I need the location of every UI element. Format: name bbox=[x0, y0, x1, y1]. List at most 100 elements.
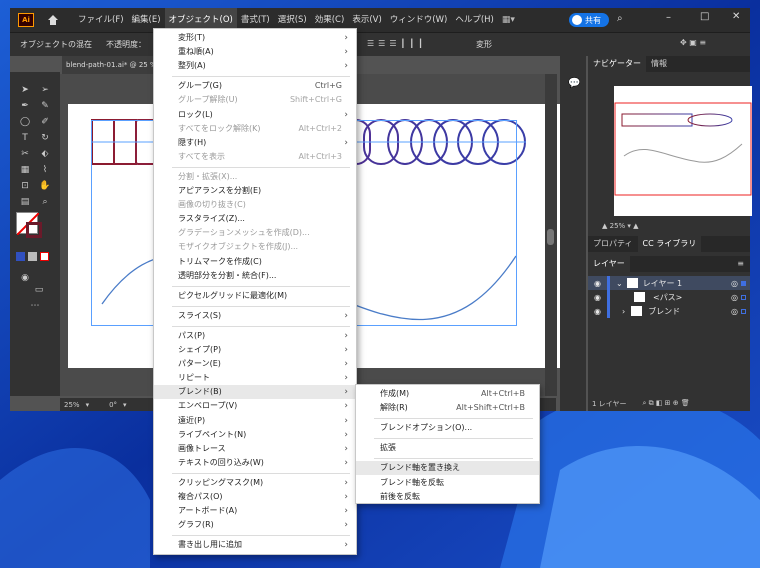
color-mode-icons[interactable] bbox=[16, 252, 52, 262]
menu-window[interactable]: ウィンドウ(W) bbox=[386, 8, 452, 32]
menu-item[interactable]: リピート › bbox=[154, 371, 356, 385]
panel-menu-icon[interactable]: ≡ bbox=[737, 259, 744, 268]
visibility-eye-icon[interactable]: ◉ bbox=[594, 279, 601, 288]
target-icon[interactable]: ◎ bbox=[731, 279, 738, 288]
menu-item[interactable]: ブレンド(B) › bbox=[154, 385, 356, 400]
menu-item[interactable]: トリムマークを作成(C) bbox=[154, 255, 356, 269]
menu-item[interactable]: 透明部分を分割・統合(F)... bbox=[154, 269, 356, 283]
menu-item[interactable]: アートボード(A) › bbox=[154, 504, 356, 518]
menu-item[interactable]: パターン(E) › bbox=[154, 357, 356, 371]
layer-action-icons[interactable]: ⌕ ⧉ ◧ ⊞ ⊕ 🗑 bbox=[642, 399, 689, 411]
menu-item[interactable]: テキストの回り込み(W) › bbox=[154, 456, 356, 470]
menu-item[interactable]: 隠す(H) › bbox=[154, 136, 356, 150]
menu-item[interactable]: 書き出し用に追加 › bbox=[154, 538, 356, 552]
visibility-eye-icon[interactable]: ◉ bbox=[594, 293, 601, 302]
vertical-scrollbar[interactable] bbox=[545, 74, 557, 396]
menu-item[interactable]: グラフ(R) › bbox=[154, 518, 356, 532]
zoom-level[interactable]: 25% bbox=[64, 401, 80, 409]
menu-help[interactable]: ヘルプ(H) bbox=[451, 8, 498, 32]
menu-item[interactable]: 解除(R) Alt+Shift+Ctrl+B bbox=[356, 401, 539, 415]
chevron-right-icon: › bbox=[344, 345, 348, 355]
pen-tool-icon[interactable]: ✒ bbox=[18, 100, 32, 112]
layer-row-1[interactable]: ◉ ⌄ レイヤー 1 ◎ bbox=[588, 276, 750, 290]
document-tab[interactable]: blend-path-01.ai* @ 25 % ( bbox=[62, 56, 156, 74]
navigator-zoom-value[interactable]: 25% bbox=[610, 222, 626, 230]
gradient-tool-icon[interactable]: ▦ bbox=[18, 164, 32, 176]
path-layer-name[interactable]: <パス> bbox=[653, 292, 682, 303]
menu-item[interactable]: グループ(G) Ctrl+G bbox=[154, 79, 356, 93]
artboard-tool-icon[interactable]: ⊡ bbox=[18, 180, 32, 192]
menu-file[interactable]: ファイル(F) bbox=[74, 8, 128, 32]
right-panels: ナビゲーター 情報 ▲ 25% ▾ ▲ プロパティ CC ライブラリ レイヤー … bbox=[588, 56, 752, 411]
menu-item[interactable]: ラスタライズ(Z)... bbox=[154, 212, 356, 226]
menu-item[interactable]: ブレンドオプション(O)... bbox=[356, 421, 539, 435]
menu-item[interactable]: スライス(S) › bbox=[154, 309, 356, 323]
menu-item[interactable]: 変形(T) › bbox=[154, 31, 356, 45]
home-icon[interactable] bbox=[46, 13, 60, 27]
chevron-down-icon[interactable]: ▾ bbox=[123, 401, 127, 409]
comments-icon[interactable]: 💬 bbox=[568, 78, 580, 89]
screen-mode-icon[interactable]: ▭ bbox=[32, 284, 46, 296]
minimize-button[interactable]: – bbox=[666, 12, 671, 23]
hand-tool-icon[interactable]: ✋ bbox=[38, 180, 52, 192]
draw-mode-icon[interactable]: ◉ bbox=[18, 272, 32, 284]
stroke-swatch[interactable] bbox=[26, 222, 42, 238]
menu-item[interactable]: 重ね順(A) › bbox=[154, 45, 356, 59]
share-button[interactable]: 共有 bbox=[569, 13, 609, 27]
ellipse-tool-icon[interactable]: ◯ bbox=[18, 116, 32, 128]
menu-item[interactable]: 複合パス(O) › bbox=[154, 490, 356, 504]
workspace-switcher-icon[interactable]: ▦▾ bbox=[502, 15, 515, 25]
align-icons[interactable]: ☰☰☰┃┃┃ bbox=[367, 39, 427, 48]
menu-item[interactable]: ピクセルグリッドに最適化(M) bbox=[154, 289, 356, 303]
chevron-down-icon[interactable]: ⌄ bbox=[616, 279, 623, 288]
layer-name[interactable]: レイヤー 1 bbox=[643, 278, 682, 289]
graph-tool-icon[interactable]: ▤ bbox=[18, 196, 32, 208]
layer-row-blend[interactable]: ◉ › ブレンド ◎ bbox=[588, 304, 750, 318]
curvature-tool-icon[interactable]: ✎ bbox=[38, 100, 52, 112]
target-icon[interactable]: ◎ bbox=[731, 293, 738, 302]
arrange-icon[interactable]: ✥ ▣ ≡ bbox=[680, 38, 706, 47]
type-tool-icon[interactable]: T bbox=[18, 132, 32, 144]
menu-item[interactable]: エンベロープ(V) › bbox=[154, 399, 356, 413]
menu-item[interactable]: 遠近(P) › bbox=[154, 414, 356, 428]
target-icon[interactable]: ◎ bbox=[731, 307, 738, 316]
menu-item[interactable]: ライブペイント(N) › bbox=[154, 428, 356, 442]
direct-selection-tool-icon[interactable]: ➢ bbox=[38, 84, 52, 96]
rotate-tool-icon[interactable]: ↻ bbox=[38, 132, 52, 144]
layer-row-path[interactable]: ◉ <パス> ◎ bbox=[588, 290, 750, 304]
menu-item[interactable]: 前後を反転 bbox=[356, 490, 539, 504]
selection-tool-icon[interactable]: ➤ bbox=[18, 84, 32, 96]
blend-layer-name[interactable]: ブレンド bbox=[648, 306, 680, 317]
chevron-right-icon[interactable]: › bbox=[622, 307, 625, 316]
menu-item[interactable]: 整列(A) › bbox=[154, 59, 356, 73]
maximize-button[interactable]: □ bbox=[700, 11, 709, 22]
rotation-angle[interactable]: 0° bbox=[109, 401, 117, 409]
eyedropper-tool-icon[interactable]: ⌇ bbox=[38, 164, 52, 176]
zoom-tool-icon[interactable]: ⌕ bbox=[38, 196, 52, 208]
menu-item[interactable]: 作成(M) Alt+Ctrl+B bbox=[356, 387, 539, 401]
shape-builder-tool-icon[interactable]: ⬖ bbox=[38, 148, 52, 160]
tab-layers[interactable]: レイヤー bbox=[588, 256, 630, 272]
visibility-eye-icon[interactable]: ◉ bbox=[594, 307, 601, 316]
tab-info[interactable]: 情報 bbox=[646, 56, 672, 72]
menu-item[interactable]: 拡張 bbox=[356, 441, 539, 455]
close-button[interactable]: ✕ bbox=[732, 11, 740, 22]
tab-properties[interactable]: プロパティ bbox=[588, 236, 638, 252]
menu-item[interactable]: クリッピングマスク(M) › bbox=[154, 476, 356, 490]
menu-item[interactable]: ブレンド軸を反転 bbox=[356, 476, 539, 490]
menu-item[interactable]: パス(P) › bbox=[154, 329, 356, 343]
brush-tool-icon[interactable]: ✐ bbox=[38, 116, 52, 128]
scissors-tool-icon[interactable]: ✂ bbox=[18, 148, 32, 160]
search-icon[interactable]: ⌕ bbox=[617, 13, 623, 24]
menu-item[interactable]: アピアランスを分割(E) bbox=[154, 184, 356, 198]
more-tools-icon[interactable]: ⋯ bbox=[28, 300, 42, 312]
menu-item[interactable]: ブレンド軸を置き換え bbox=[356, 461, 539, 476]
menu-item[interactable]: ロック(L) › bbox=[154, 108, 356, 122]
transform-label[interactable]: 変形 bbox=[476, 39, 492, 50]
tab-navigator[interactable]: ナビゲーター bbox=[588, 56, 646, 72]
navigator-zoom[interactable]: ▲ 25% ▾ ▲ bbox=[602, 222, 639, 230]
menu-item[interactable]: 画像トレース › bbox=[154, 442, 356, 456]
menu-item[interactable]: シェイプ(P) › bbox=[154, 343, 356, 357]
chevron-down-icon[interactable]: ▾ bbox=[86, 401, 90, 409]
tab-cc-libraries[interactable]: CC ライブラリ bbox=[637, 236, 702, 252]
